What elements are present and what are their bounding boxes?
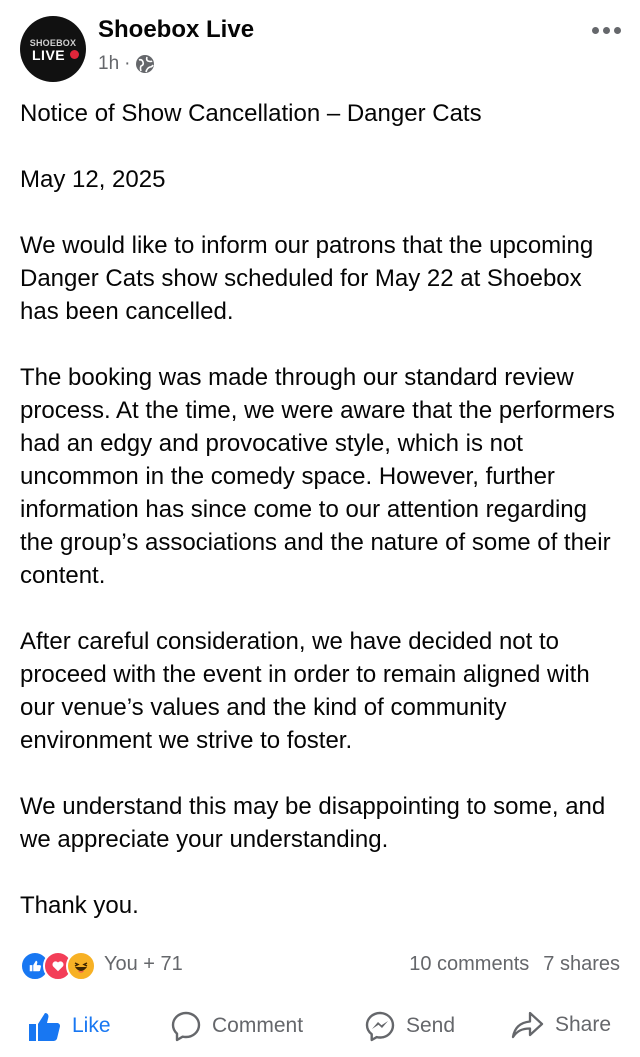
share-label: Share xyxy=(555,1013,612,1036)
send-button[interactable]: Send xyxy=(364,1010,455,1042)
post-paragraph: We understand this may be disappointing … xyxy=(20,793,606,853)
like-label: Like xyxy=(72,1014,111,1037)
like-button[interactable]: Like xyxy=(28,1010,111,1042)
haha-reaction-icon xyxy=(66,951,96,981)
engagement-bar: You + 71 10 comments 7 shares xyxy=(0,948,640,982)
meta-separator: · xyxy=(124,53,131,74)
reaction-count[interactable]: You + 71 xyxy=(104,953,183,976)
share-icon xyxy=(511,1011,544,1039)
more-options-icon[interactable] xyxy=(592,22,624,38)
thumbs-up-icon xyxy=(29,1013,61,1041)
action-bar: Like Comment Send Share xyxy=(0,1004,640,1050)
post-body: Notice of Show Cancellation – Danger Cat… xyxy=(20,97,626,955)
post-paragraph: After careful consideration, we have dec… xyxy=(20,628,590,754)
avatar-logo-bottom: LIVE xyxy=(32,47,66,63)
reaction-summary[interactable] xyxy=(20,951,96,981)
post-paragraph: The booking was made through our standar… xyxy=(20,364,615,589)
globe-icon[interactable] xyxy=(135,54,155,74)
post-signoff: Thank you. xyxy=(20,892,139,919)
share-button[interactable]: Share xyxy=(511,1010,611,1040)
messenger-icon xyxy=(365,1011,395,1042)
share-count[interactable]: 7 shares xyxy=(543,953,620,976)
post-paragraph: We would like to inform our patrons that… xyxy=(20,232,594,325)
comment-label: Comment xyxy=(212,1014,304,1037)
comment-count[interactable]: 10 comments xyxy=(409,953,529,976)
comment-icon xyxy=(171,1011,201,1042)
post-header: SHOEBOX LIVE Shoebox Live 1h · xyxy=(0,0,640,90)
post-meta: 1h · xyxy=(98,53,155,75)
record-dot-icon xyxy=(70,50,79,59)
page-avatar[interactable]: SHOEBOX LIVE xyxy=(20,16,86,82)
comment-button[interactable]: Comment xyxy=(170,1010,303,1042)
post-time[interactable]: 1h xyxy=(98,53,119,75)
send-label: Send xyxy=(406,1014,456,1037)
post-date: May 12, 2025 xyxy=(20,166,166,193)
engagement-counts: 10 comments 7 shares xyxy=(409,953,620,976)
post-title: Notice of Show Cancellation – Danger Cat… xyxy=(20,100,482,127)
page-name[interactable]: Shoebox Live xyxy=(98,16,254,44)
